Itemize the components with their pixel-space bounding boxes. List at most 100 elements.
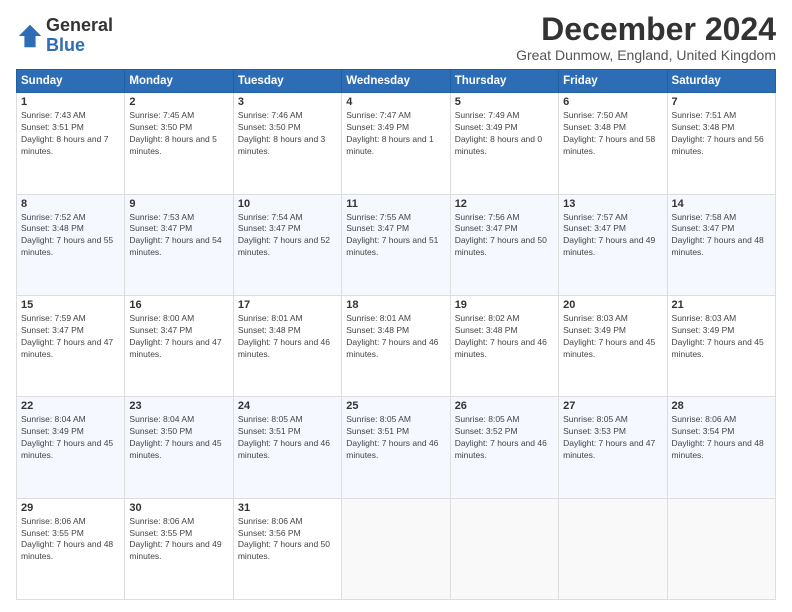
col-header-thursday: Thursday: [450, 70, 558, 93]
day-number: 16: [129, 299, 228, 311]
calendar-cell: 22 Sunrise: 8:04 AM Sunset: 3:49 PM Dayl…: [17, 397, 125, 498]
day-number: 4: [346, 96, 445, 108]
calendar-cell: 14 Sunrise: 7:58 AM Sunset: 3:47 PM Dayl…: [667, 194, 775, 295]
day-info: Sunrise: 8:03 AM Sunset: 3:49 PM Dayligh…: [563, 313, 662, 361]
calendar-cell: 30 Sunrise: 8:06 AM Sunset: 3:55 PM Dayl…: [125, 498, 233, 599]
calendar-cell: 31 Sunrise: 8:06 AM Sunset: 3:56 PM Dayl…: [233, 498, 341, 599]
day-number: 18: [346, 299, 445, 311]
day-info: Sunrise: 8:01 AM Sunset: 3:48 PM Dayligh…: [238, 313, 337, 361]
day-info: Sunrise: 8:06 AM Sunset: 3:55 PM Dayligh…: [21, 516, 120, 564]
day-info: Sunrise: 8:05 AM Sunset: 3:51 PM Dayligh…: [346, 414, 445, 462]
calendar-cell: 10 Sunrise: 7:54 AM Sunset: 3:47 PM Dayl…: [233, 194, 341, 295]
day-info: Sunrise: 7:58 AM Sunset: 3:47 PM Dayligh…: [672, 212, 771, 260]
logo-line2: Blue: [46, 36, 113, 56]
calendar-cell: 3 Sunrise: 7:46 AM Sunset: 3:50 PM Dayli…: [233, 93, 341, 194]
day-info: Sunrise: 8:02 AM Sunset: 3:48 PM Dayligh…: [455, 313, 554, 361]
day-info: Sunrise: 7:49 AM Sunset: 3:49 PM Dayligh…: [455, 110, 554, 158]
day-number: 23: [129, 400, 228, 412]
col-header-sunday: Sunday: [17, 70, 125, 93]
day-info: Sunrise: 8:04 AM Sunset: 3:50 PM Dayligh…: [129, 414, 228, 462]
location-subtitle: Great Dunmow, England, United Kingdom: [516, 47, 776, 63]
day-info: Sunrise: 8:05 AM Sunset: 3:53 PM Dayligh…: [563, 414, 662, 462]
day-number: 15: [21, 299, 120, 311]
day-number: 5: [455, 96, 554, 108]
calendar-cell: 5 Sunrise: 7:49 AM Sunset: 3:49 PM Dayli…: [450, 93, 558, 194]
calendar-cell: 15 Sunrise: 7:59 AM Sunset: 3:47 PM Dayl…: [17, 295, 125, 396]
logo-line1: General: [46, 16, 113, 36]
col-header-friday: Friday: [559, 70, 667, 93]
day-number: 7: [672, 96, 771, 108]
day-number: 9: [129, 198, 228, 210]
day-info: Sunrise: 7:54 AM Sunset: 3:47 PM Dayligh…: [238, 212, 337, 260]
calendar-table: SundayMondayTuesdayWednesdayThursdayFrid…: [16, 69, 776, 600]
calendar-cell: 11 Sunrise: 7:55 AM Sunset: 3:47 PM Dayl…: [342, 194, 450, 295]
calendar-cell: 27 Sunrise: 8:05 AM Sunset: 3:53 PM Dayl…: [559, 397, 667, 498]
col-header-monday: Monday: [125, 70, 233, 93]
day-info: Sunrise: 7:51 AM Sunset: 3:48 PM Dayligh…: [672, 110, 771, 158]
day-info: Sunrise: 7:43 AM Sunset: 3:51 PM Dayligh…: [21, 110, 120, 158]
calendar-cell: 29 Sunrise: 8:06 AM Sunset: 3:55 PM Dayl…: [17, 498, 125, 599]
day-info: Sunrise: 8:06 AM Sunset: 3:55 PM Dayligh…: [129, 516, 228, 564]
day-number: 30: [129, 502, 228, 514]
day-info: Sunrise: 7:50 AM Sunset: 3:48 PM Dayligh…: [563, 110, 662, 158]
day-info: Sunrise: 7:53 AM Sunset: 3:47 PM Dayligh…: [129, 212, 228, 260]
calendar-cell: 18 Sunrise: 8:01 AM Sunset: 3:48 PM Dayl…: [342, 295, 450, 396]
day-number: 14: [672, 198, 771, 210]
calendar-cell: [450, 498, 558, 599]
calendar-cell: 7 Sunrise: 7:51 AM Sunset: 3:48 PM Dayli…: [667, 93, 775, 194]
col-header-saturday: Saturday: [667, 70, 775, 93]
day-info: Sunrise: 7:56 AM Sunset: 3:47 PM Dayligh…: [455, 212, 554, 260]
calendar-cell: 6 Sunrise: 7:50 AM Sunset: 3:48 PM Dayli…: [559, 93, 667, 194]
day-number: 12: [455, 198, 554, 210]
day-number: 17: [238, 299, 337, 311]
day-number: 11: [346, 198, 445, 210]
day-info: Sunrise: 7:47 AM Sunset: 3:49 PM Dayligh…: [346, 110, 445, 158]
day-number: 31: [238, 502, 337, 514]
calendar-cell: 17 Sunrise: 8:01 AM Sunset: 3:48 PM Dayl…: [233, 295, 341, 396]
day-info: Sunrise: 7:52 AM Sunset: 3:48 PM Dayligh…: [21, 212, 120, 260]
calendar-cell: 28 Sunrise: 8:06 AM Sunset: 3:54 PM Dayl…: [667, 397, 775, 498]
calendar-cell: 23 Sunrise: 8:04 AM Sunset: 3:50 PM Dayl…: [125, 397, 233, 498]
calendar-cell: 20 Sunrise: 8:03 AM Sunset: 3:49 PM Dayl…: [559, 295, 667, 396]
day-info: Sunrise: 8:03 AM Sunset: 3:49 PM Dayligh…: [672, 313, 771, 361]
page: General Blue December 2024 Great Dunmow,…: [0, 0, 792, 612]
calendar-cell: 16 Sunrise: 8:00 AM Sunset: 3:47 PM Dayl…: [125, 295, 233, 396]
calendar-cell: 2 Sunrise: 7:45 AM Sunset: 3:50 PM Dayli…: [125, 93, 233, 194]
calendar-cell: [559, 498, 667, 599]
day-info: Sunrise: 8:05 AM Sunset: 3:52 PM Dayligh…: [455, 414, 554, 462]
day-number: 21: [672, 299, 771, 311]
day-info: Sunrise: 7:46 AM Sunset: 3:50 PM Dayligh…: [238, 110, 337, 158]
day-info: Sunrise: 7:55 AM Sunset: 3:47 PM Dayligh…: [346, 212, 445, 260]
day-number: 6: [563, 96, 662, 108]
day-number: 19: [455, 299, 554, 311]
logo-icon: [16, 22, 44, 50]
calendar-cell: 24 Sunrise: 8:05 AM Sunset: 3:51 PM Dayl…: [233, 397, 341, 498]
calendar-cell: 19 Sunrise: 8:02 AM Sunset: 3:48 PM Dayl…: [450, 295, 558, 396]
day-number: 3: [238, 96, 337, 108]
day-number: 29: [21, 502, 120, 514]
day-number: 10: [238, 198, 337, 210]
day-number: 22: [21, 400, 120, 412]
day-number: 2: [129, 96, 228, 108]
day-number: 26: [455, 400, 554, 412]
day-info: Sunrise: 8:06 AM Sunset: 3:56 PM Dayligh…: [238, 516, 337, 564]
day-info: Sunrise: 8:04 AM Sunset: 3:49 PM Dayligh…: [21, 414, 120, 462]
day-number: 8: [21, 198, 120, 210]
day-info: Sunrise: 8:06 AM Sunset: 3:54 PM Dayligh…: [672, 414, 771, 462]
day-number: 20: [563, 299, 662, 311]
day-info: Sunrise: 7:59 AM Sunset: 3:47 PM Dayligh…: [21, 313, 120, 361]
day-number: 1: [21, 96, 120, 108]
col-header-wednesday: Wednesday: [342, 70, 450, 93]
day-number: 24: [238, 400, 337, 412]
day-number: 28: [672, 400, 771, 412]
calendar-cell: 1 Sunrise: 7:43 AM Sunset: 3:51 PM Dayli…: [17, 93, 125, 194]
calendar-cell: 25 Sunrise: 8:05 AM Sunset: 3:51 PM Dayl…: [342, 397, 450, 498]
day-number: 13: [563, 198, 662, 210]
logo: General Blue: [16, 16, 113, 56]
day-info: Sunrise: 7:45 AM Sunset: 3:50 PM Dayligh…: [129, 110, 228, 158]
day-info: Sunrise: 8:01 AM Sunset: 3:48 PM Dayligh…: [346, 313, 445, 361]
calendar-cell: [342, 498, 450, 599]
calendar-cell: [667, 498, 775, 599]
day-number: 25: [346, 400, 445, 412]
calendar-cell: 13 Sunrise: 7:57 AM Sunset: 3:47 PM Dayl…: [559, 194, 667, 295]
